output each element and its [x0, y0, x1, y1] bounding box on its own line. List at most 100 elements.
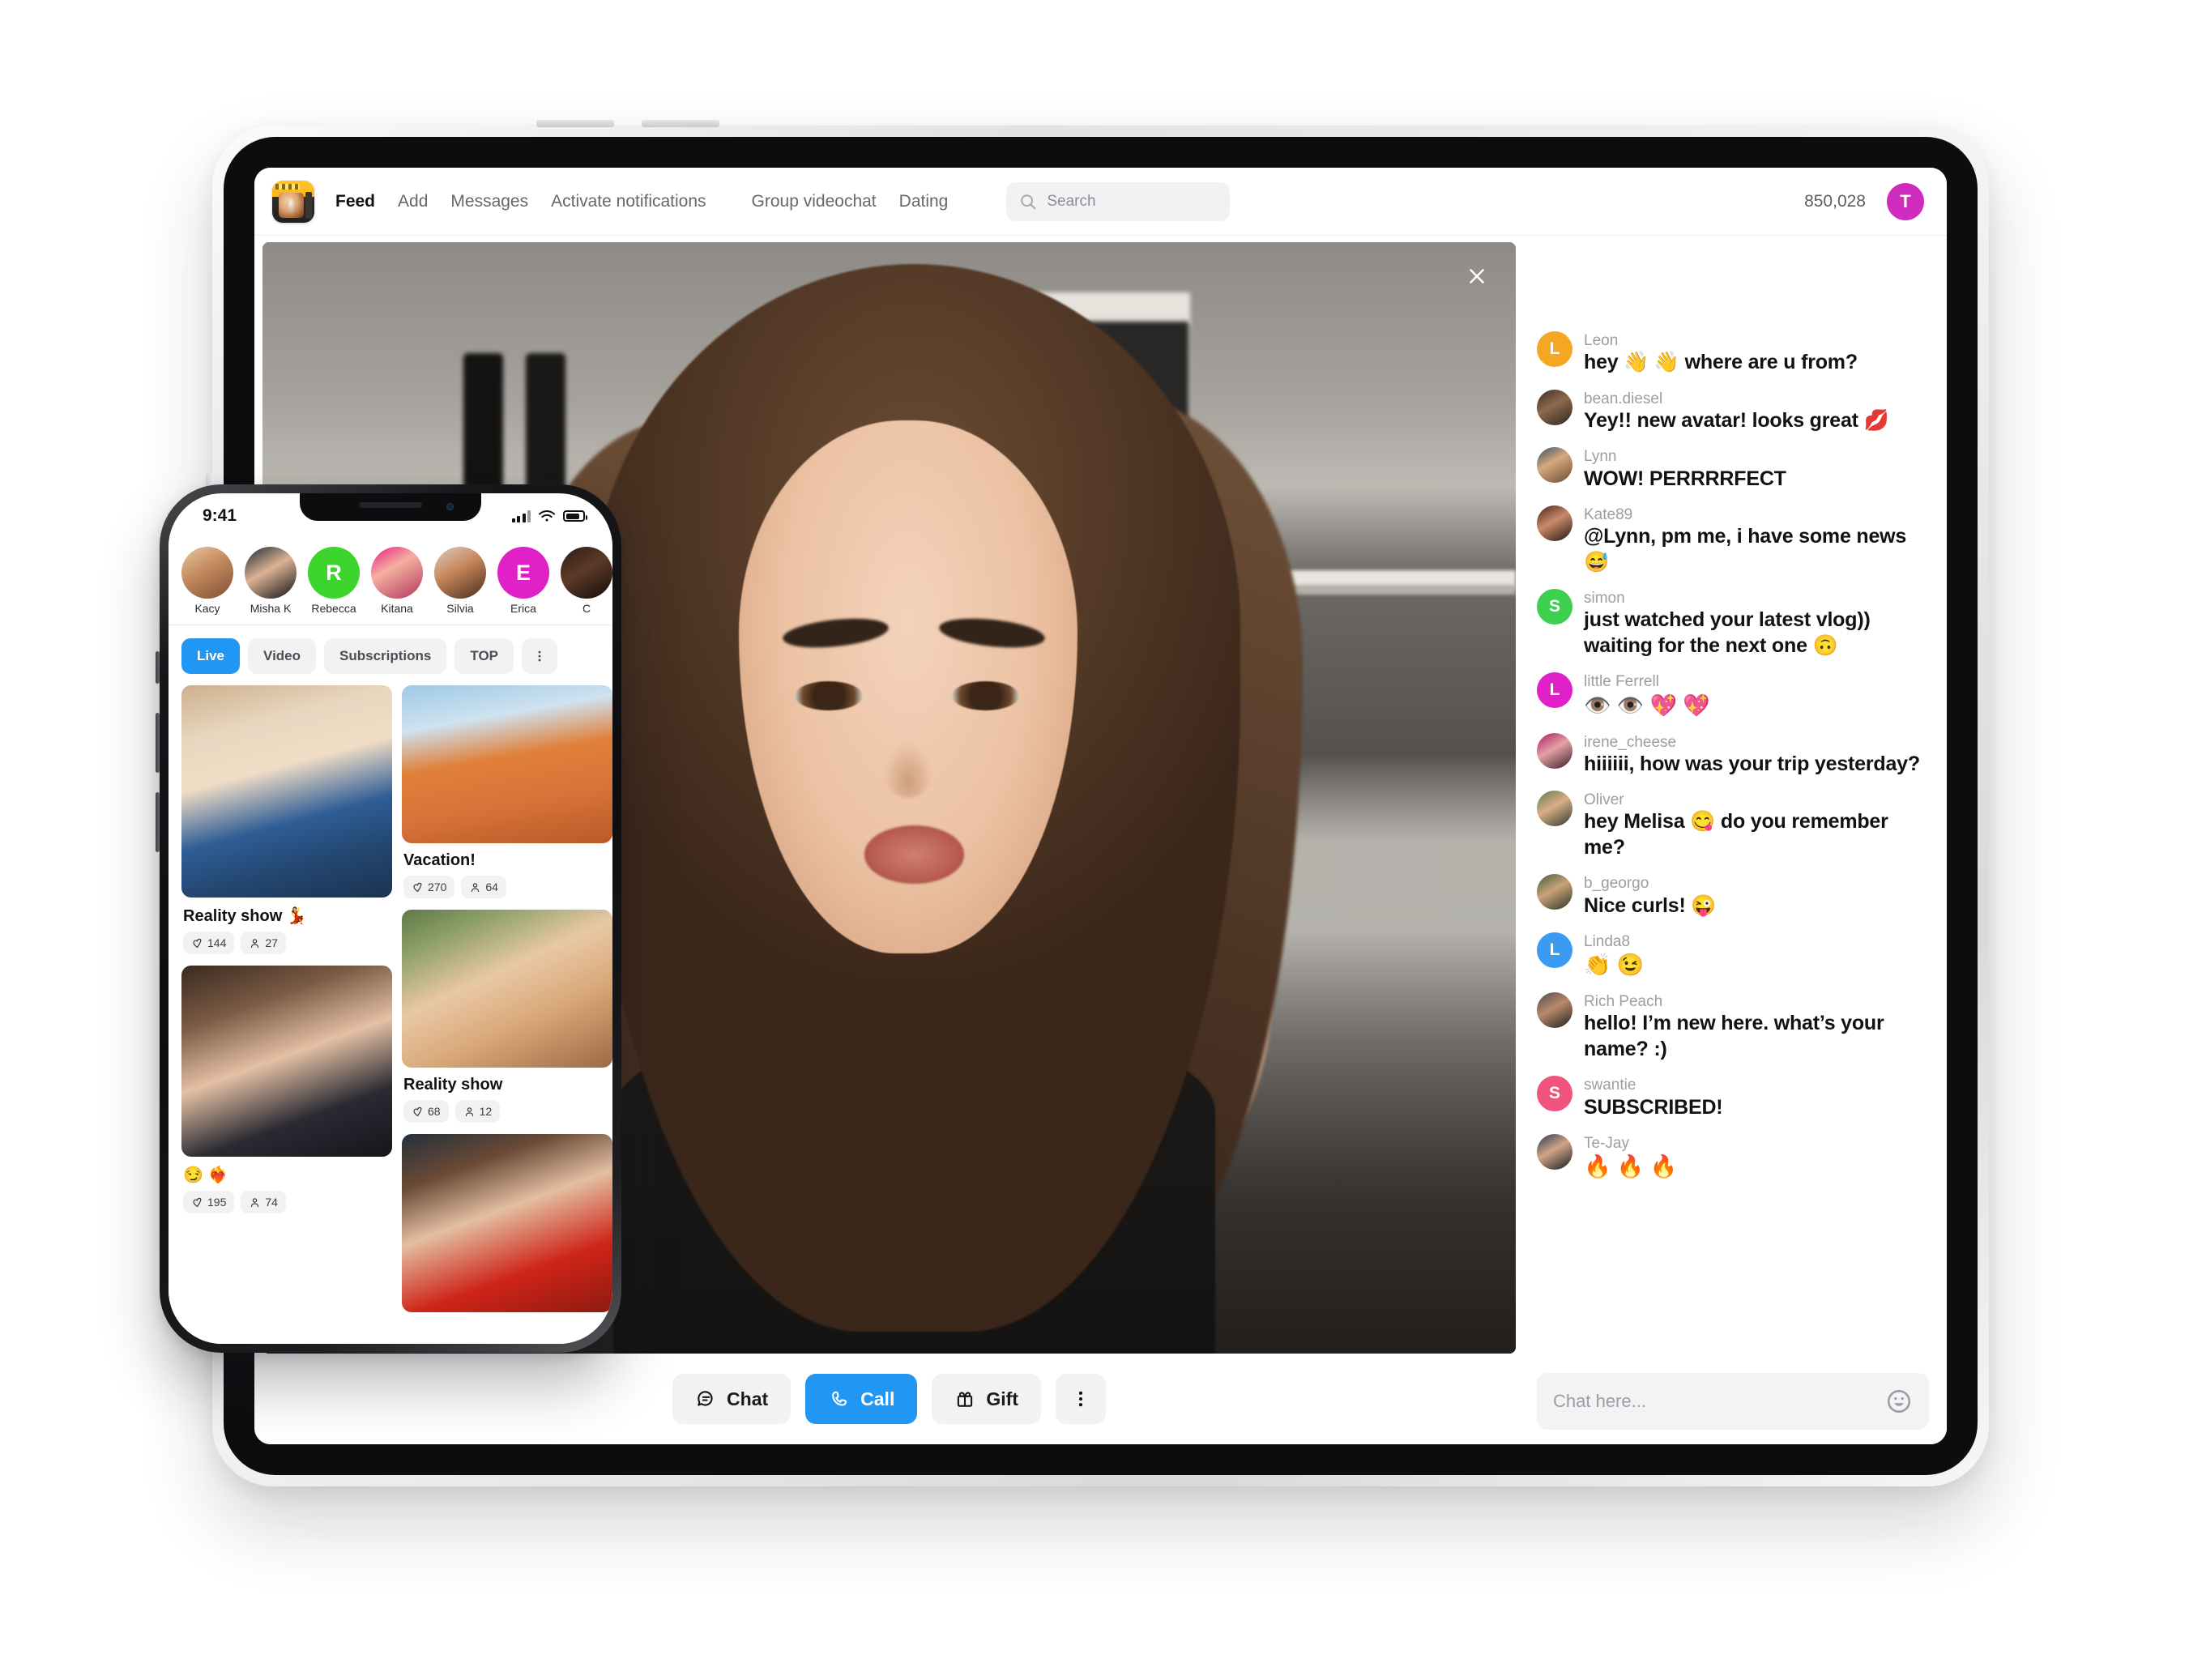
avatar[interactable]	[1537, 791, 1572, 827]
viewers-pill: 74	[241, 1191, 286, 1213]
phone-screen: 9:41 Kacy Misha K R Rebecca Kitana Silvi…	[169, 493, 612, 1344]
close-button[interactable]	[1461, 260, 1493, 292]
stories-row[interactable]: Kacy Misha K R Rebecca Kitana Silvia E E…	[169, 534, 612, 623]
likes-pill: 144	[183, 932, 235, 954]
chat-message-list[interactable]: L Leon hey 👋 👋 where are u from? bean.di…	[1537, 247, 1929, 1368]
avatar[interactable]	[1537, 505, 1572, 542]
avatar[interactable]: L	[1537, 331, 1572, 367]
avatar[interactable]	[1537, 1134, 1572, 1170]
nav-item-group-videochat[interactable]: Group videochat	[752, 192, 877, 211]
likes-pill: 270	[403, 876, 455, 898]
chat-text: hiiiiii, how was your trip yesterday?	[1584, 752, 1920, 775]
feed-card[interactable]: Vacation! 270 64	[402, 685, 612, 898]
card-stats: 68 12	[403, 1100, 612, 1123]
chat-username: irene_cheese	[1584, 733, 1677, 751]
story-avatar	[371, 547, 423, 599]
feed-grid: Reality show 💃 144	[169, 685, 612, 1324]
tab-video[interactable]: Video	[248, 638, 317, 674]
avatar[interactable]	[1537, 389, 1572, 425]
likes-pill: 195	[183, 1191, 235, 1213]
story-item-silvia[interactable]: Silvia	[434, 547, 486, 615]
call-button-label: Call	[860, 1388, 895, 1409]
chat-message: S swantie SUBSCRIBED!	[1537, 1076, 1929, 1120]
chat-bubble-icon	[698, 1391, 713, 1406]
story-item-misha-k[interactable]: Misha K	[245, 547, 297, 615]
viewers-count: 64	[485, 881, 498, 893]
chat-button-label: Chat	[727, 1388, 769, 1409]
tab-subscriptions[interactable]: Subscriptions	[324, 638, 447, 674]
chat-message: L little Ferrell 👁️ 👁️ 💖 💖	[1537, 672, 1929, 718]
streamer-nose	[882, 742, 933, 798]
avatar[interactable]	[1537, 992, 1572, 1029]
phone-notch	[300, 493, 481, 521]
nav-item-feed[interactable]: Feed	[335, 192, 375, 211]
story-item-partial[interactable]: C	[561, 547, 612, 615]
gift-button[interactable]: Gift	[932, 1374, 1041, 1424]
avatar[interactable]	[1537, 447, 1572, 484]
tablet-top-button-2	[642, 120, 719, 127]
story-label: Rebecca	[311, 602, 356, 615]
more-options-button[interactable]	[1055, 1374, 1106, 1424]
app-logo-camera-icon[interactable]	[272, 180, 314, 223]
top-navigation-bar: Feed Add Messages Activate notifications…	[254, 168, 1947, 236]
chat-input-bar[interactable]	[1537, 1373, 1929, 1430]
person-icon	[251, 1197, 259, 1207]
nav-item-activate-notifications[interactable]: Activate notifications	[551, 192, 706, 211]
chat-message: Rich Peach hello! I’m new here. what’s y…	[1537, 992, 1929, 1062]
card-thumbnail	[402, 910, 612, 1068]
avatar[interactable]: S	[1537, 1076, 1572, 1112]
nav-item-messages[interactable]: Messages	[450, 192, 528, 211]
story-label: Silvia	[446, 602, 474, 615]
live-chat-panel: L Leon hey 👋 👋 where are u from? bean.di…	[1522, 242, 1947, 1444]
avatar[interactable]: S	[1537, 589, 1572, 625]
feed-card[interactable]: Reality show 💃 144 27	[181, 685, 392, 954]
chat-text: 🔥 🔥 🔥	[1584, 1154, 1677, 1179]
search-box[interactable]	[1006, 181, 1231, 221]
chat-username: little Ferrell	[1584, 673, 1659, 691]
nav-right-group: 850,028 T	[1804, 182, 1924, 220]
feed-card[interactable]: 😏 ❤️‍🔥 195	[181, 966, 392, 1213]
viewers-pill: 27	[241, 932, 286, 954]
likes-count: 68	[428, 1105, 441, 1118]
search-input[interactable]	[1047, 192, 1218, 211]
tab-live[interactable]: Live	[181, 638, 241, 674]
card-thumbnail	[402, 685, 612, 843]
follower-counter: 850,028	[1804, 191, 1866, 211]
avatar[interactable]	[1537, 732, 1572, 769]
story-avatar: E	[497, 547, 549, 599]
gift-button-label: Gift	[986, 1388, 1018, 1409]
emoji-smile-icon[interactable]	[1885, 1388, 1913, 1415]
story-item-erica[interactable]: E Erica	[497, 547, 549, 615]
avatar[interactable]: L	[1537, 932, 1572, 969]
story-item-kacy[interactable]: Kacy	[181, 547, 233, 615]
nav-item-add[interactable]: Add	[398, 192, 428, 211]
chat-message: irene_cheese hiiiiii, how was your trip …	[1537, 732, 1929, 778]
viewers-pill: 12	[454, 1100, 501, 1123]
chat-text: WOW! PERRRRFECT	[1584, 467, 1786, 490]
viewers-count: 12	[479, 1105, 493, 1118]
chat-username: simon	[1584, 590, 1625, 608]
feed-card[interactable]	[402, 1134, 612, 1312]
chat-username: Rich Peach	[1584, 993, 1663, 1011]
likes-count: 270	[428, 881, 447, 893]
nav-item-dating[interactable]: Dating	[899, 192, 949, 211]
chat-text: 👏 😉	[1584, 953, 1645, 978]
person-icon	[465, 1106, 473, 1116]
story-item-rebecca[interactable]: R Rebecca	[308, 547, 360, 615]
avatar[interactable]: L	[1537, 672, 1572, 709]
feed-card[interactable]: Reality show 68 12	[402, 910, 612, 1123]
call-button[interactable]: Call	[805, 1374, 918, 1424]
chat-text: SUBSCRIBED!	[1584, 1095, 1723, 1119]
chat-username: Lynn	[1584, 448, 1617, 466]
story-item-kitana[interactable]: Kitana	[371, 547, 423, 615]
close-icon	[1470, 269, 1484, 284]
avatar[interactable]	[1537, 874, 1572, 910]
chat-input-field[interactable]	[1553, 1391, 1885, 1412]
tab-top[interactable]: TOP	[454, 638, 514, 674]
tab-more-button[interactable]	[522, 638, 558, 674]
story-avatar	[181, 547, 233, 599]
chat-username: swantie	[1584, 1077, 1636, 1094]
card-stats: 144 27	[183, 932, 392, 954]
chat-button[interactable]: Chat	[672, 1374, 792, 1424]
user-avatar[interactable]: T	[1887, 182, 1924, 220]
